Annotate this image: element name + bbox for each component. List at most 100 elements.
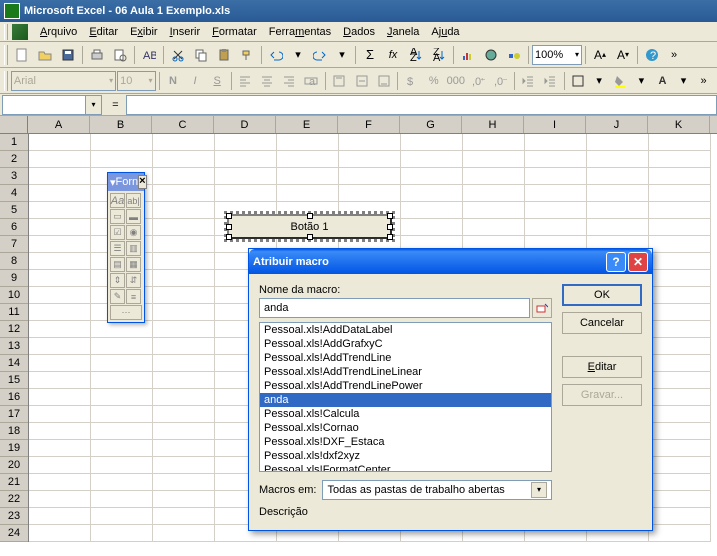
cell[interactable] — [153, 508, 215, 525]
row-header[interactable]: 18 — [0, 423, 28, 440]
row-header[interactable]: 5 — [0, 202, 28, 219]
cell[interactable] — [29, 406, 91, 423]
save-button[interactable] — [57, 44, 79, 66]
toolbar-more-2[interactable]: » — [694, 75, 713, 87]
cell[interactable] — [29, 525, 91, 542]
undo-dropdown[interactable]: ▾ — [288, 48, 308, 61]
cell[interactable] — [401, 134, 463, 151]
row-header[interactable]: 11 — [0, 304, 28, 321]
cell[interactable] — [649, 406, 711, 423]
row-header[interactable]: 7 — [0, 236, 28, 253]
cell[interactable] — [91, 508, 153, 525]
listbox-control-icon[interactable]: ☰ — [110, 241, 125, 256]
bold-button[interactable]: N — [162, 70, 183, 92]
cell[interactable] — [29, 287, 91, 304]
cell[interactable] — [29, 457, 91, 474]
cell[interactable] — [649, 389, 711, 406]
cell[interactable] — [277, 151, 339, 168]
cell[interactable] — [649, 508, 711, 525]
properties-icon[interactable]: ✎ — [110, 289, 125, 304]
cell[interactable] — [587, 134, 649, 151]
cell[interactable] — [649, 202, 711, 219]
row-header[interactable]: 4 — [0, 185, 28, 202]
cell[interactable] — [91, 440, 153, 457]
macro-list-item[interactable]: Pessoal.xls!Cornao — [260, 421, 551, 435]
cell[interactable] — [649, 372, 711, 389]
cell[interactable] — [649, 253, 711, 270]
cell[interactable] — [29, 151, 91, 168]
cell[interactable] — [153, 457, 215, 474]
cell[interactable] — [29, 338, 91, 355]
cell[interactable] — [649, 168, 711, 185]
cell[interactable] — [153, 338, 215, 355]
undo-button[interactable] — [265, 44, 287, 66]
resize-handle[interactable] — [307, 234, 313, 240]
row-header[interactable]: 1 — [0, 134, 28, 151]
cell[interactable] — [649, 338, 711, 355]
cell[interactable] — [649, 457, 711, 474]
name-box-dropdown[interactable]: ▾ — [85, 96, 101, 114]
column-header[interactable]: K — [648, 116, 710, 133]
cell[interactable] — [525, 185, 587, 202]
font-color-button[interactable]: A — [652, 70, 673, 92]
column-header[interactable]: J — [586, 116, 648, 133]
row-header[interactable]: 20 — [0, 457, 28, 474]
cell[interactable] — [277, 134, 339, 151]
column-header[interactable]: F — [338, 116, 400, 133]
font-combo[interactable]: Arial▾ — [11, 71, 116, 91]
cell[interactable] — [649, 440, 711, 457]
cell[interactable] — [91, 406, 153, 423]
menu-janela[interactable]: Janela — [381, 24, 425, 40]
menu-editar[interactable]: Editar — [83, 24, 124, 40]
cell[interactable] — [153, 253, 215, 270]
drawing-button[interactable] — [503, 44, 525, 66]
cell[interactable] — [153, 236, 215, 253]
reference-button[interactable] — [532, 298, 552, 318]
cell[interactable] — [29, 389, 91, 406]
align-left-button[interactable] — [235, 70, 256, 92]
cell[interactable] — [153, 287, 215, 304]
forms-toolbar[interactable]: ▾ Forn × Aa ab| ▭ ▬ ☑ ◉ ☰ ▥ ▤ ▦ ⇕ ⇵ ✎ — [107, 172, 145, 323]
menu-arquivo[interactable]: Arquivo — [34, 24, 83, 40]
help-button[interactable]: ? — [641, 44, 663, 66]
cell[interactable] — [29, 491, 91, 508]
column-header[interactable]: A — [28, 116, 90, 133]
chart-button[interactable] — [457, 44, 479, 66]
macro-name-input[interactable] — [259, 298, 530, 318]
cell[interactable] — [277, 185, 339, 202]
copy-button[interactable] — [190, 44, 212, 66]
column-header[interactable]: I — [524, 116, 586, 133]
row-header[interactable]: 9 — [0, 270, 28, 287]
cell[interactable] — [91, 423, 153, 440]
autosum-button[interactable]: Σ — [359, 44, 381, 66]
macro-list-item[interactable]: anda — [260, 393, 551, 407]
cell[interactable] — [215, 151, 277, 168]
cell[interactable] — [29, 474, 91, 491]
macros-in-combo[interactable]: Todas as pastas de trabalho abertas ▾ — [322, 480, 552, 500]
cell[interactable] — [153, 406, 215, 423]
cell[interactable] — [29, 202, 91, 219]
cell[interactable] — [153, 474, 215, 491]
grid-icon[interactable]: ⋯ — [110, 305, 142, 320]
borders-button[interactable] — [568, 70, 589, 92]
format-painter-button[interactable] — [236, 44, 258, 66]
cell[interactable] — [649, 474, 711, 491]
macro-list-item[interactable]: Pessoal.xls!DXF_Estaca — [260, 435, 551, 449]
cut-button[interactable] — [167, 44, 189, 66]
cell[interactable] — [649, 321, 711, 338]
cell[interactable] — [525, 219, 587, 236]
comma-button[interactable]: 000 — [445, 70, 466, 92]
select-all-corner[interactable] — [0, 116, 28, 134]
row-header[interactable]: 8 — [0, 253, 28, 270]
resize-handle[interactable] — [387, 224, 393, 230]
name-box[interactable]: ▾ — [2, 95, 102, 115]
cell[interactable] — [29, 185, 91, 202]
cell[interactable] — [463, 202, 525, 219]
cell[interactable] — [463, 185, 525, 202]
menu-exibir[interactable]: Exibir — [124, 24, 164, 40]
spelling-button[interactable]: ABC — [138, 44, 160, 66]
cell[interactable] — [463, 168, 525, 185]
row-header[interactable]: 3 — [0, 168, 28, 185]
cell[interactable] — [401, 151, 463, 168]
open-button[interactable] — [34, 44, 56, 66]
